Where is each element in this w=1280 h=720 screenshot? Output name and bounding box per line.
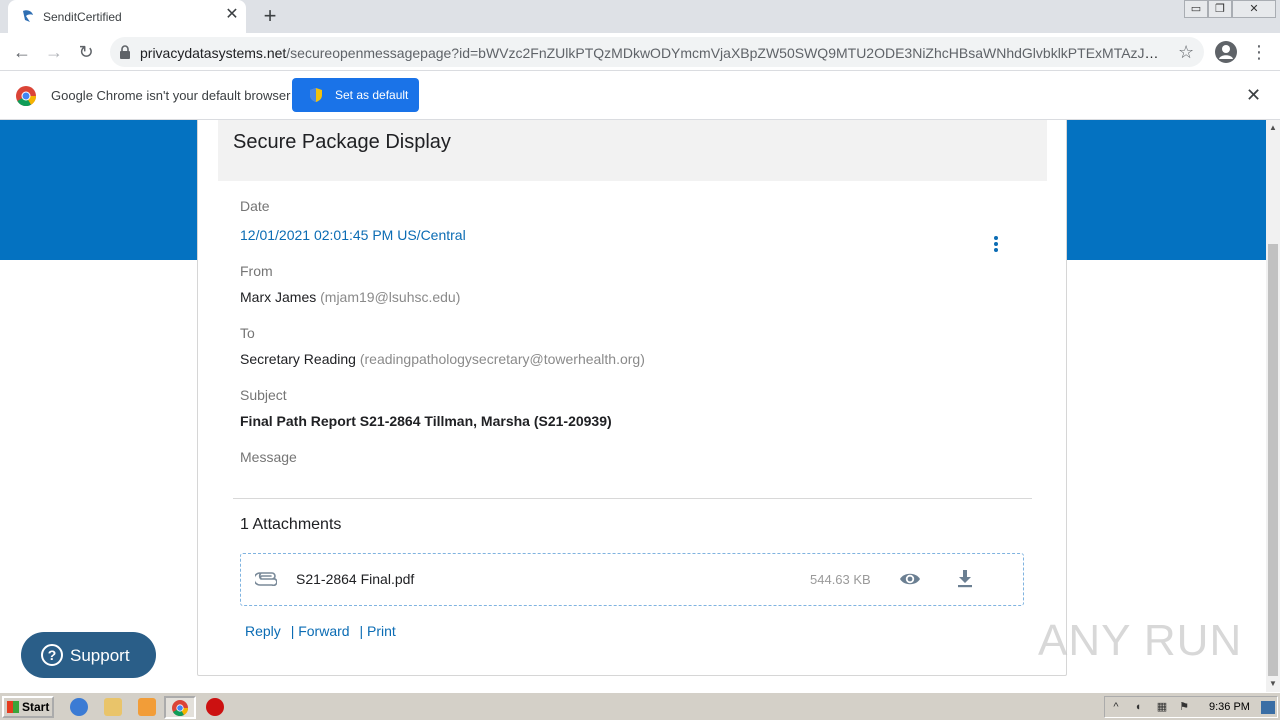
date-value: 12/01/2021 02:01:45 PM US/Central (240, 227, 466, 243)
forward-link[interactable]: | Forward (291, 623, 350, 639)
network-icon[interactable]: ▦ (1155, 701, 1169, 714)
system-tray: ^ ◖ ▦ ⚑ 9:36 PM (1104, 696, 1278, 718)
message-actions: Reply | Forward | Print (245, 623, 402, 639)
show-desktop-icon[interactable] (1261, 701, 1275, 714)
chrome-menu-button[interactable]: ⋮ (1250, 41, 1268, 63)
date-label: Date (240, 198, 270, 214)
reload-button[interactable]: ↻ (75, 41, 97, 63)
address-bar[interactable]: privacydatasystems.net/secureopenmessage… (110, 37, 1204, 67)
profile-avatar-icon[interactable] (1215, 41, 1237, 63)
support-label: Support (70, 646, 130, 665)
reply-link[interactable]: Reply (245, 623, 281, 639)
from-value: Marx James (mjam19@lsuhsc.edu) (240, 289, 460, 305)
tab-title: SenditCertified (43, 10, 122, 24)
lock-icon (120, 45, 130, 59)
paperclip-icon (255, 572, 277, 586)
attachments-title: 1 Attachments (240, 516, 342, 533)
page-title: Secure Package Display (233, 131, 451, 153)
to-value: Secretary Reading (readingpathologysecre… (240, 351, 645, 367)
minimize-button[interactable]: ▭ (1184, 0, 1208, 18)
download-icon[interactable] (957, 570, 973, 588)
print-link[interactable]: | Print (359, 623, 395, 639)
close-tab-icon[interactable]: ✕ (224, 7, 240, 23)
stop-sign-icon[interactable] (206, 698, 224, 716)
more-options-icon[interactable] (991, 236, 1001, 254)
back-button[interactable]: ← (11, 41, 33, 63)
card-header: Secure Package Display (218, 120, 1047, 181)
sender-email: (mjam19@lsuhsc.edu) (320, 289, 461, 305)
scroll-thumb[interactable] (1268, 244, 1278, 676)
help-icon: ? (41, 644, 63, 666)
new-tab-button[interactable]: + (260, 5, 280, 27)
attachment-item[interactable]: S21-2864 Final.pdf 544.63 KB (240, 553, 1024, 606)
subject-label: Subject (240, 387, 287, 403)
chrome-taskbar-button[interactable] (164, 696, 196, 719)
infobar-close-icon[interactable]: ✕ (1246, 85, 1261, 105)
url-host: privacydatasystems.net (140, 45, 287, 61)
attachment-file-name[interactable]: S21-2864 Final.pdf (296, 571, 414, 587)
anyrun-watermark-logo: ANY RUN (1038, 616, 1243, 665)
subject-value: Final Path Report S21-2864 Tillman, Mars… (240, 413, 612, 429)
scroll-up-arrow-icon[interactable]: ▲ (1266, 120, 1280, 136)
url-path: /secureopenmessagepage?id=bWVzc2FnZUlkPT… (286, 45, 1165, 61)
chrome-logo-icon (16, 86, 36, 106)
internet-explorer-icon[interactable] (70, 698, 88, 716)
message-label: Message (240, 449, 297, 465)
eye-icon[interactable] (899, 571, 921, 587)
chrome-icon (172, 700, 188, 716)
default-browser-infobar: Google Chrome isn't your default browser… (0, 71, 1280, 120)
set-as-default-label: Set as default (335, 88, 409, 102)
infobar-message: Google Chrome isn't your default browser (51, 88, 291, 103)
from-label: From (240, 263, 273, 279)
to-label: To (240, 325, 255, 341)
file-explorer-icon[interactable] (104, 698, 122, 716)
recipient-email: (readingpathologysecretary@towerhealth.o… (359, 351, 645, 367)
restore-button[interactable]: ❐ (1208, 0, 1232, 18)
support-button[interactable]: ? Support (21, 632, 156, 678)
media-player-icon[interactable] (138, 698, 156, 716)
close-window-button[interactable]: ✕ (1232, 0, 1276, 18)
show-hidden-icons-icon[interactable]: ^ (1109, 701, 1123, 714)
tab-strip: SenditCertified ✕ + ▭ ❐ ✕ (0, 0, 1280, 33)
sender-name: Marx James (240, 289, 317, 305)
start-button[interactable]: Start (2, 696, 54, 718)
attachment-file-size: 544.63 KB (810, 572, 871, 587)
recipient-name: Secretary Reading (240, 351, 356, 367)
windows-taskbar: Start ^ ◖ ▦ ⚑ 9:36 PM (0, 692, 1280, 720)
browser-tab[interactable]: SenditCertified ✕ (8, 0, 246, 33)
secure-package-card: Secure Package Display Date 12/01/2021 0… (197, 120, 1067, 676)
set-as-default-button[interactable]: Set as default (292, 78, 419, 112)
page-scrollbar[interactable]: ▲ ▼ (1266, 120, 1280, 692)
url-text[interactable]: privacydatasystems.net/secureopenmessage… (140, 45, 1165, 61)
start-label: Start (22, 700, 50, 714)
sendit-favicon-icon (23, 10, 33, 22)
windows-flag-icon (7, 701, 19, 713)
page-content: Secure Package Display Date 12/01/2021 0… (0, 120, 1266, 692)
divider (233, 498, 1032, 499)
clock[interactable]: 9:36 PM (1209, 701, 1250, 713)
bookmark-star-icon[interactable]: ☆ (1178, 42, 1194, 62)
volume-icon[interactable]: ◖ (1131, 701, 1145, 714)
forward-button[interactable]: → (43, 41, 65, 63)
scroll-down-arrow-icon[interactable]: ▼ (1266, 676, 1280, 692)
uac-shield-icon (310, 88, 322, 102)
action-center-flag-icon[interactable]: ⚑ (1177, 701, 1191, 714)
person-icon (1219, 45, 1233, 59)
browser-toolbar: ← → ↻ privacydatasystems.net/secureopenm… (0, 33, 1280, 71)
